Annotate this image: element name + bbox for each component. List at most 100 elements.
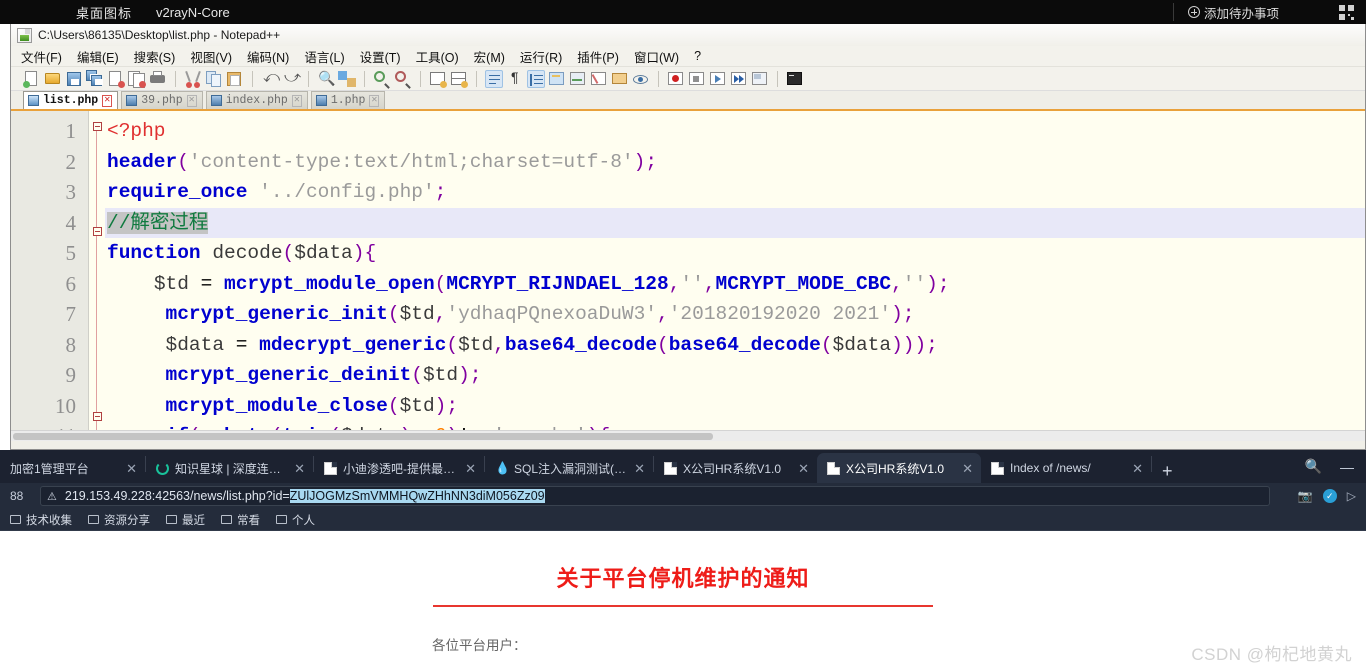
menu-item-view[interactable]: 视图(V) <box>190 47 232 66</box>
indent-guide-icon[interactable] <box>527 69 545 88</box>
sync-horizontal-icon[interactable] <box>450 70 468 88</box>
menu-bar[interactable]: 文件(F) 编辑(E) 搜索(S) 视图(V) 编码(N) 语言(L) 设置(T… <box>11 46 1365 67</box>
show-all-chars-icon[interactable]: ¶ <box>506 69 524 88</box>
record-macro-icon[interactable] <box>667 70 685 88</box>
run-console-icon[interactable] <box>786 70 804 88</box>
fast-forward-macro-icon[interactable] <box>730 70 748 88</box>
bookmark-folder-0[interactable]: 技术收集 <box>10 512 72 528</box>
v2rayn-core-label[interactable]: v2rayN-Core <box>156 5 230 20</box>
sync-vertical-icon[interactable] <box>429 70 447 88</box>
save-macro-icon[interactable] <box>751 70 769 88</box>
save-all-icon[interactable] <box>86 69 104 88</box>
close-icon[interactable]: ✕ <box>102 94 113 107</box>
menu-item-run[interactable]: 运行(R) <box>520 47 562 66</box>
shield-check-icon[interactable]: ✓ <box>1322 489 1337 503</box>
close-icon[interactable]: ✕ <box>960 462 973 475</box>
menu-item-tools[interactable]: 工具(O) <box>416 47 459 66</box>
horizontal-scrollbar[interactable] <box>11 430 1365 441</box>
browser-tab-6[interactable]: Index of /news/ ✕ <box>981 453 1151 483</box>
fold-toggle-icon[interactable] <box>92 412 102 421</box>
doc-tab-list-php[interactable]: list.php ✕ <box>23 91 119 109</box>
menu-item-window[interactable]: 窗口(W) <box>634 47 679 66</box>
zoom-out-icon[interactable] <box>394 70 412 89</box>
document-tab-bar[interactable]: list.php ✕ 39.php ✕ index.php ✕ 1.php ✕ <box>11 91 1365 111</box>
browser-tab-1[interactable]: 知识星球 | 深度连接铁杆粉 ✕ <box>146 453 313 483</box>
bookmark-folder-3[interactable]: 常看 <box>221 512 260 528</box>
menu-item-language[interactable]: 语言(L) <box>304 47 344 66</box>
close-icon[interactable]: ✕ <box>796 462 809 475</box>
eye-icon[interactable] <box>632 70 650 88</box>
uppercase-icon[interactable] <box>548 70 566 88</box>
address-bar[interactable]: 88 ⚠ 219.153.49.228:42563/news/list.php?… <box>0 483 1366 509</box>
fold-toggle-icon[interactable] <box>92 227 102 236</box>
doc-tab-index-php[interactable]: index.php ✕ <box>205 91 308 109</box>
toolbar[interactable]: ⤺ ⤻ 🔍 ¶ <box>11 67 1365 91</box>
menu-item-settings[interactable]: 设置(T) <box>360 47 401 66</box>
menu-item-macro[interactable]: 宏(M) <box>474 47 505 66</box>
close-icon[interactable]: ✕ <box>1130 462 1143 475</box>
redo-icon[interactable]: ⤻ <box>282 69 301 88</box>
close-file-icon[interactable] <box>107 70 125 88</box>
save-icon[interactable] <box>65 70 83 88</box>
paste-icon[interactable] <box>226 70 244 88</box>
menu-item-help[interactable]: ? <box>694 49 701 63</box>
browser-tab-3[interactable]: 💧 SQL注入漏洞测试(参数加密 ✕ <box>485 453 653 483</box>
browser-tab-4[interactable]: X公司HR系统V1.0 ✕ <box>654 453 817 483</box>
cut-icon[interactable] <box>184 70 202 88</box>
new-file-icon[interactable] <box>23 70 41 88</box>
print-icon[interactable] <box>149 70 167 88</box>
menu-item-edit[interactable]: 编辑(E) <box>77 47 119 66</box>
code-folding-margin[interactable] <box>89 111 105 441</box>
close-all-icon[interactable] <box>128 70 146 88</box>
close-icon[interactable]: ✕ <box>186 94 197 107</box>
menu-item-encoding[interactable]: 编码(N) <box>247 47 289 66</box>
browser-tab-2[interactable]: 小迪渗透吧-提供最专业的 ✕ <box>314 453 484 483</box>
tab-strip-controls[interactable]: 🔍 — <box>1293 458 1366 483</box>
url-input[interactable]: ⚠ 219.153.49.228:42563/news/list.php?id=… <box>40 486 1270 506</box>
browser-tab-strip[interactable]: 加密1管理平台 ✕ 知识星球 | 深度连接铁杆粉 ✕ 小迪渗透吧-提供最专业的 … <box>0 450 1366 483</box>
stop-macro-icon[interactable] <box>688 70 706 88</box>
bookmark-folder-2[interactable]: 最近 <box>166 512 205 528</box>
bookmark-folder-4[interactable]: 个人 <box>276 512 315 528</box>
code-content[interactable]: <?php header('content-type:text/html;cha… <box>105 111 1365 441</box>
bookmark-folder-1[interactable]: 资源分享 <box>88 512 150 528</box>
doc-tab-1-php[interactable]: 1.php ✕ <box>310 91 386 109</box>
play-macro-icon[interactable] <box>709 70 727 88</box>
code-editor[interactable]: 1 2 3 4 5 6 7 8 9 10 11 <?php header('co… <box>11 111 1365 441</box>
qr-code-icon[interactable] <box>1339 4 1354 20</box>
close-icon[interactable]: ✕ <box>124 462 137 475</box>
menu-item-plugins[interactable]: 插件(P) <box>577 47 619 66</box>
user-define-icon[interactable] <box>569 70 587 88</box>
scrollbar-thumb[interactable] <box>13 433 713 440</box>
minimize-icon[interactable]: — <box>1340 459 1354 475</box>
open-folder-icon[interactable] <box>44 70 62 88</box>
close-icon[interactable]: ✕ <box>369 94 380 107</box>
browser-tab-5-active[interactable]: X公司HR系统V1.0 ✕ <box>817 453 981 483</box>
close-icon[interactable]: ✕ <box>463 462 476 475</box>
folder-doc-icon[interactable] <box>611 70 629 88</box>
bookmarks-bar[interactable]: 技术收集 资源分享 最近 常看 个人 <box>0 509 1366 531</box>
menu-item-search[interactable]: 搜索(S) <box>134 47 176 66</box>
send-icon[interactable]: ▷ <box>1347 489 1356 503</box>
undo-icon[interactable]: ⤺ <box>261 69 280 88</box>
zoom-in-icon[interactable] <box>373 70 391 89</box>
doc-tab-39-php[interactable]: 39.php ✕ <box>121 91 203 109</box>
close-icon[interactable]: ✕ <box>292 462 305 475</box>
new-tab-button[interactable]: + <box>1152 462 1183 483</box>
menu-item-file[interactable]: 文件(F) <box>21 47 62 66</box>
add-todo-button[interactable]: 添加待办事项 <box>1187 3 1279 22</box>
pencil-icon[interactable] <box>590 70 608 88</box>
address-bar-icons[interactable]: 📷 ✓ ▷ <box>1288 489 1356 503</box>
copy-icon[interactable] <box>205 70 223 88</box>
word-wrap-icon[interactable] <box>485 69 503 88</box>
camera-icon[interactable]: 📷 <box>1298 489 1313 503</box>
replace-icon[interactable] <box>338 70 356 88</box>
warning-triangle-icon[interactable]: ⚠ <box>47 490 57 503</box>
fold-toggle-icon[interactable] <box>92 122 102 131</box>
close-icon[interactable]: ✕ <box>291 94 302 107</box>
tab-count-badge[interactable]: 88 <box>10 489 40 503</box>
browser-tab-0[interactable]: 加密1管理平台 ✕ <box>0 453 145 483</box>
search-icon[interactable]: 🔍 <box>1305 458 1322 475</box>
find-icon[interactable]: 🔍 <box>317 70 335 88</box>
close-icon[interactable]: ✕ <box>632 462 645 475</box>
